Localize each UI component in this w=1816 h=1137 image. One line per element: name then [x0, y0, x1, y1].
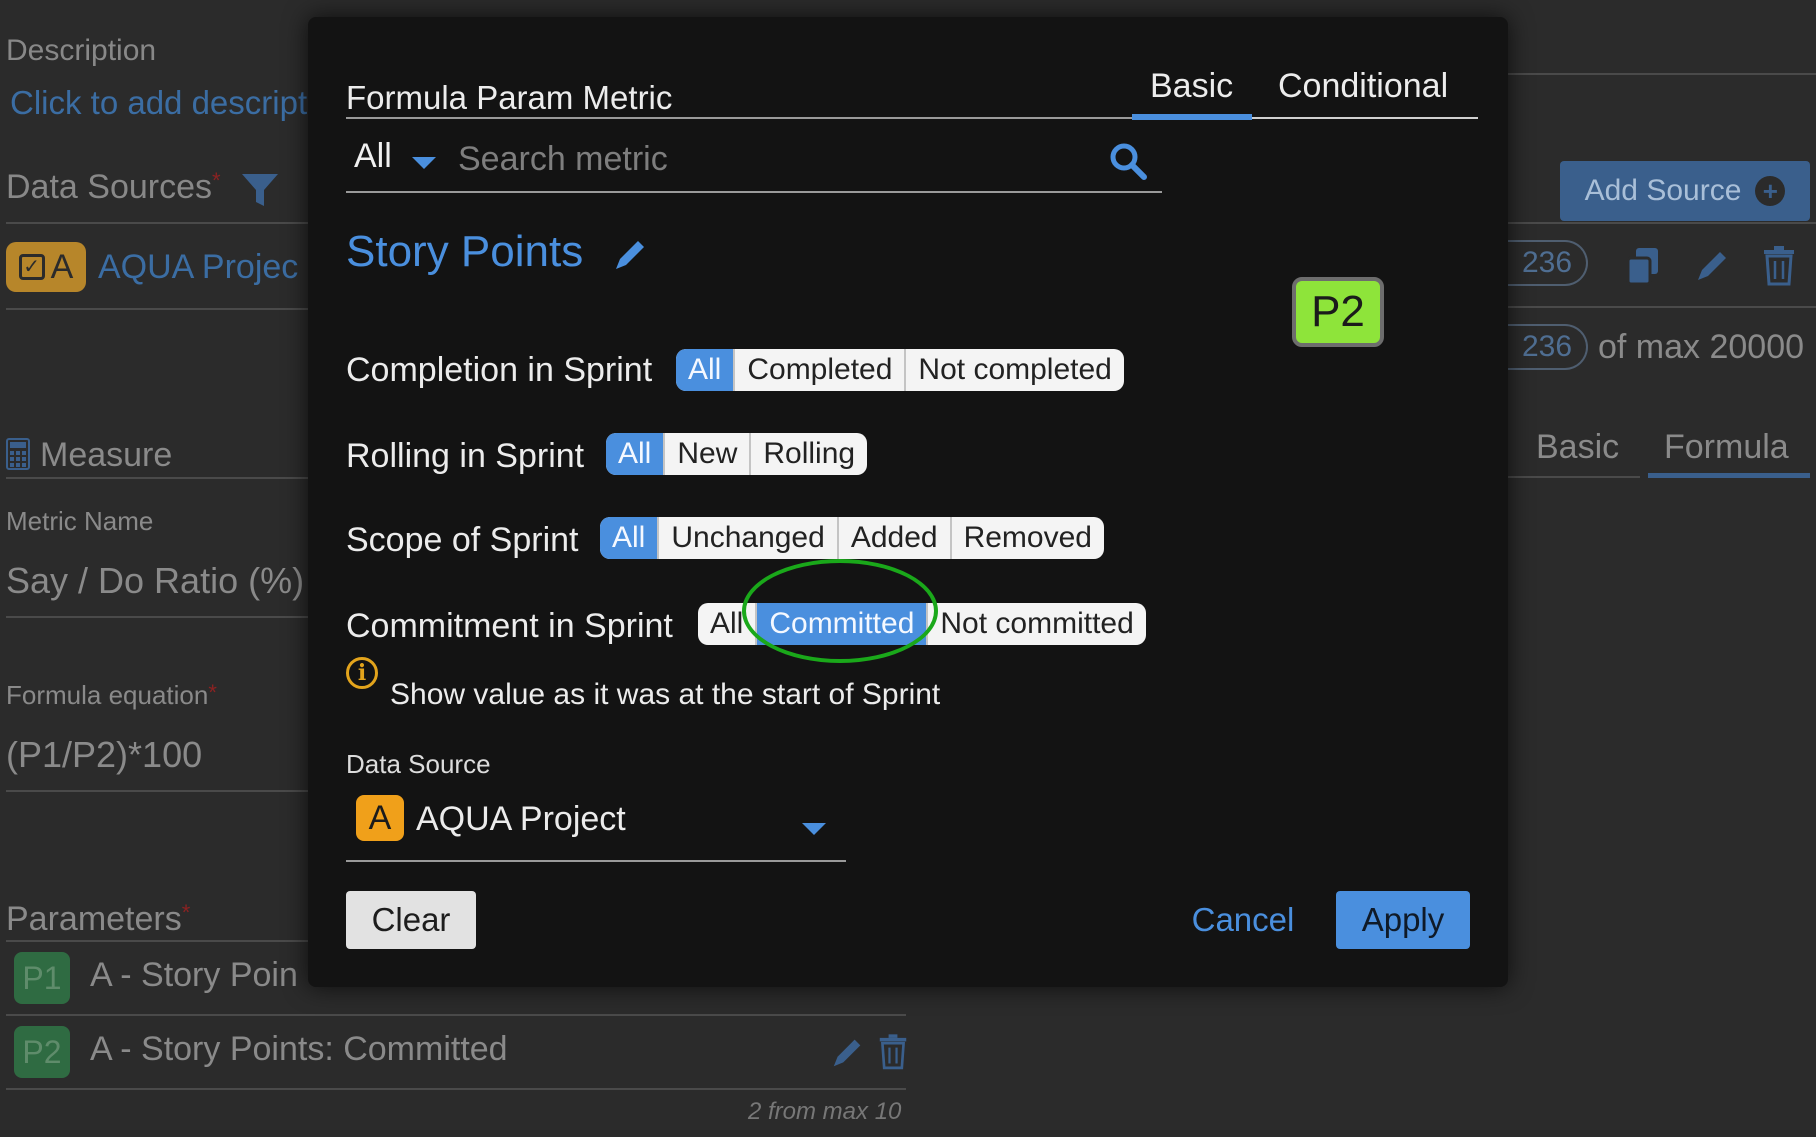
tab-formula-bg[interactable]: Formula: [1664, 428, 1789, 467]
data-sources-label: Data Sources: [6, 168, 212, 206]
trash-icon[interactable]: [1762, 246, 1796, 286]
completion-label: Completion in Sprint: [346, 351, 653, 389]
clear-button[interactable]: Clear: [346, 891, 476, 949]
measure-heading: Measure: [40, 436, 173, 474]
scope-label: Scope of Sprint: [346, 521, 579, 559]
pencil-icon[interactable]: [830, 1034, 866, 1070]
param-badge-p2[interactable]: P2: [14, 1026, 70, 1078]
parameters-heading: Parameters*: [6, 900, 191, 938]
checkbox-icon[interactable]: ✓: [18, 254, 45, 280]
pencil-icon[interactable]: [1694, 246, 1732, 284]
modal-title: Formula Param Metric: [346, 79, 673, 116]
rolling-option-rolling[interactable]: Rolling: [749, 433, 867, 475]
data-source-count: 236: [1508, 240, 1589, 286]
active-tab-indicator: [1132, 114, 1252, 120]
scope-option-unchanged[interactable]: Unchanged: [657, 517, 836, 559]
data-sources-heading: Data Sources*: [6, 168, 221, 206]
param-badge-p1[interactable]: P1: [14, 952, 70, 1004]
records-max-text: of max 20000: [1598, 328, 1805, 366]
metric-name-title: Story Points: [346, 227, 584, 276]
scope-option-all[interactable]: All: [600, 517, 658, 559]
formula-label-wrap: Formula equation*: [6, 680, 217, 710]
filter-icon[interactable]: [240, 172, 280, 208]
cancel-button[interactable]: Cancel: [1178, 891, 1308, 949]
tab-basic[interactable]: Basic: [1150, 67, 1233, 106]
completion-segmented: All Completed Not completed: [676, 349, 1124, 391]
param-label-p2[interactable]: A - Story Points: Committed: [90, 1030, 508, 1069]
data-source-name[interactable]: AQUA Projec: [98, 248, 298, 287]
copy-icon[interactable]: [1626, 246, 1662, 286]
completion-option-completed[interactable]: Completed: [733, 349, 904, 391]
scope-option-added[interactable]: Added: [836, 517, 950, 559]
info-icon: i: [346, 657, 378, 689]
param-label-p1[interactable]: A - Story Poin: [90, 956, 298, 995]
plus-circle-icon: +: [1755, 176, 1786, 206]
tab-basic-bg[interactable]: Basic: [1536, 428, 1619, 467]
completion-option-not-completed[interactable]: Not completed: [904, 349, 1123, 391]
data-source-select[interactable]: AQUA Project: [416, 800, 626, 839]
formula-param-modal: Formula Param Metric Basic Conditional A…: [308, 17, 1508, 987]
formula-value[interactable]: (P1/P2)*100: [6, 734, 202, 776]
add-source-button[interactable]: Add Source +: [1560, 161, 1810, 221]
caret-down-icon[interactable]: [802, 823, 826, 835]
metric-name-value[interactable]: Say / Do Ratio (%): [6, 560, 304, 602]
description-link[interactable]: Click to add descripti: [10, 84, 314, 122]
formula-label: Formula equation: [6, 680, 209, 710]
tab-conditional[interactable]: Conditional: [1278, 67, 1448, 106]
data-source-badge: A: [356, 795, 404, 841]
scope-option-removed[interactable]: Removed: [949, 517, 1104, 559]
caret-down-icon[interactable]: [412, 157, 436, 169]
commitment-option-not-committed[interactable]: Not committed: [926, 603, 1145, 645]
rolling-label: Rolling in Sprint: [346, 437, 585, 475]
title-divider: [346, 117, 1136, 119]
parameters-label: Parameters: [6, 900, 182, 938]
params-count: 2 from max 10: [748, 1098, 902, 1125]
data-source-chip[interactable]: ✓ A: [6, 242, 86, 292]
calculator-icon: [6, 438, 30, 470]
completion-option-all[interactable]: All: [676, 349, 734, 391]
param-badge: P2: [1292, 277, 1384, 347]
rolling-segmented: All New Rolling: [606, 433, 868, 475]
data-source-underline: [346, 860, 846, 862]
rolling-option-all[interactable]: All: [606, 433, 664, 475]
search-icon[interactable]: [1108, 141, 1148, 181]
trash-icon[interactable]: [878, 1034, 908, 1070]
edit-metric-pencil-icon[interactable]: [612, 235, 650, 273]
search-underline: [346, 191, 1162, 193]
apply-button[interactable]: Apply: [1336, 891, 1470, 949]
metric-name-label: Metric Name: [6, 506, 154, 536]
description-label: Description: [6, 34, 157, 67]
highlight-ring: [742, 559, 938, 663]
scope-segmented: All Unchanged Added Removed: [600, 517, 1104, 559]
info-text: Show value as it was at the start of Spr…: [390, 678, 941, 711]
rolling-option-new[interactable]: New: [663, 433, 749, 475]
commitment-label: Commitment in Sprint: [346, 607, 673, 645]
metric-filter-select[interactable]: All: [354, 137, 392, 176]
records-count: 236: [1508, 324, 1589, 370]
search-input[interactable]: [458, 135, 958, 183]
data-source-label: Data Source: [346, 749, 491, 779]
